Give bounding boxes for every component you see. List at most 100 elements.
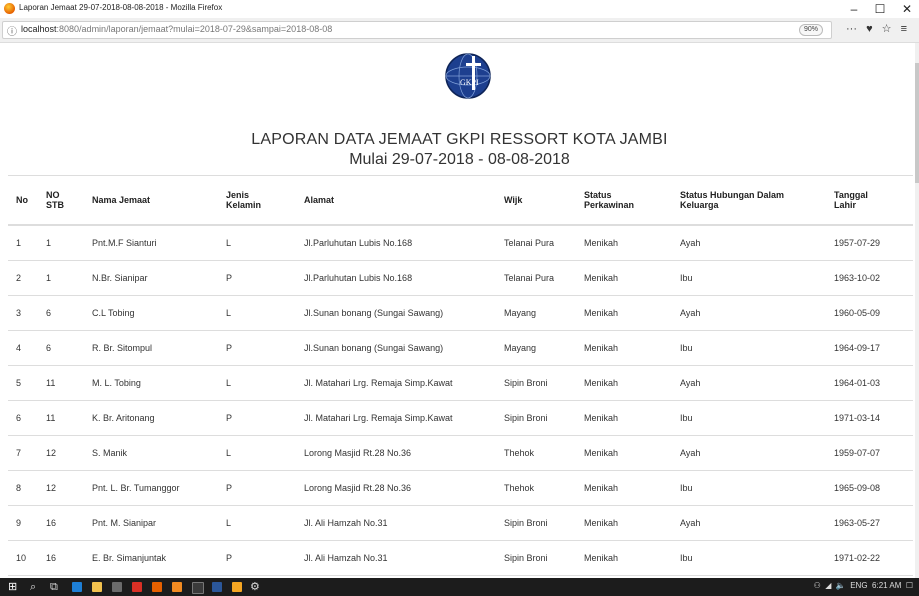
cell-nama: Pnt.M.F Sianturi bbox=[84, 224, 218, 261]
system-tray: ⚇ ◢ 🔈 ENG 6:21 AM ☐ bbox=[814, 581, 913, 590]
cell-jenis-kelamin: P bbox=[218, 260, 296, 296]
cell-status-hubungan: Ayah bbox=[672, 365, 826, 401]
cell-status-perkawinan: Menikah bbox=[576, 470, 672, 506]
cell-tanggal-lahir: 1959-07-07 bbox=[826, 435, 913, 471]
cell-nama: K. Br. Aritonang bbox=[84, 400, 218, 436]
cell-wijk: Telanai Pura bbox=[496, 224, 576, 261]
col-status-hubungan: Status Hubungan Dalam Keluarga bbox=[672, 175, 826, 226]
people-icon[interactable]: ⚇ bbox=[814, 581, 821, 590]
bookmark-star-icon[interactable]: ☆ bbox=[882, 23, 892, 35]
cell-stb: 11 bbox=[38, 365, 84, 401]
cell-nama: N.Br. Sianipar bbox=[84, 260, 218, 296]
cell-status-perkawinan: Menikah bbox=[576, 505, 672, 541]
info-icon[interactable]: ⓘ bbox=[7, 23, 17, 38]
cell-nama: Pnt. L. Br. Tumanggor bbox=[84, 470, 218, 506]
network-icon[interactable]: ◢ bbox=[825, 581, 831, 590]
cell-status-perkawinan: Menikah bbox=[576, 224, 672, 261]
cell-status-hubungan: Ayah bbox=[672, 295, 826, 331]
cell-jenis-kelamin: L bbox=[218, 295, 296, 331]
navigation-bar: ⓘ localhost:8080/admin/laporan/jemaat?mu… bbox=[0, 18, 919, 43]
scrollbar-thumb[interactable] bbox=[915, 63, 919, 183]
cell-jenis-kelamin: P bbox=[218, 470, 296, 506]
cell-status-perkawinan: Menikah bbox=[576, 540, 672, 576]
xampp-icon[interactable] bbox=[172, 582, 182, 592]
col-wijk: Wijk bbox=[496, 175, 576, 226]
col-no: No bbox=[8, 175, 38, 226]
clock[interactable]: 6:21 AM bbox=[872, 581, 901, 590]
cell-stb: 6 bbox=[38, 330, 84, 366]
cell-alamat: Jl.Sunan bonang (Sungai Sawang) bbox=[296, 295, 496, 331]
url-text: localhost:8080/admin/laporan/jemaat?mula… bbox=[21, 24, 333, 34]
cell-nama: S. Manik bbox=[84, 435, 218, 471]
language-indicator[interactable]: ENG bbox=[850, 581, 867, 590]
chrome-icon[interactable] bbox=[132, 582, 142, 592]
table-row: 6 11 K. Br. Aritonang P Jl. Matahari Lrg. Re… bbox=[8, 400, 913, 436]
cell-alamat: Jl. Ali Hamzah No.31 bbox=[296, 505, 496, 541]
firefox-icon bbox=[4, 3, 15, 14]
cell-alamat: Jl. Matahari Lrg. Remaja Simp.Kawat bbox=[296, 365, 496, 401]
table-row: 3 6 C.L Tobing L Jl.Sunan bonang (Sungai Saw… bbox=[8, 295, 913, 331]
windows-start-icon[interactable]: ⊞ bbox=[8, 580, 17, 594]
cell-wijk: Thehok bbox=[496, 435, 576, 471]
cell-nama: Pnt. M. Sianipar bbox=[84, 505, 218, 541]
terminal-icon[interactable] bbox=[192, 582, 204, 594]
cell-no: 3 bbox=[8, 295, 38, 331]
cell-tanggal-lahir: 1965-09-08 bbox=[826, 470, 913, 506]
table-row: 10 16 E. Br. Simanjuntak P Jl. Ali Hamzah No… bbox=[8, 540, 913, 576]
zoom-level-badge[interactable]: 90% bbox=[798, 24, 823, 36]
store-icon[interactable] bbox=[112, 582, 122, 592]
cell-stb: 1 bbox=[38, 224, 84, 261]
settings-icon[interactable]: ⚙ bbox=[250, 580, 260, 594]
col-jenis-kelamin: Jenis Kelamin bbox=[218, 175, 296, 226]
table-row: 5 11 M. L. Tobing L Jl. Matahari Lrg. Remaja… bbox=[8, 365, 913, 401]
sublime-icon[interactable] bbox=[232, 582, 242, 592]
col-stb: NO STB bbox=[38, 175, 84, 226]
cell-tanggal-lahir: 1971-03-14 bbox=[826, 400, 913, 436]
table-row: 1 1 Pnt.M.F Sianturi L Jl.Parluhutan Lubis N… bbox=[8, 224, 913, 261]
col-status-perkawinan: Status Perkawinan bbox=[576, 175, 672, 226]
cell-tanggal-lahir: 1957-07-29 bbox=[826, 224, 913, 261]
cell-tanggal-lahir: 1963-10-02 bbox=[826, 260, 913, 296]
cell-status-perkawinan: Menikah bbox=[576, 365, 672, 401]
cell-status-hubungan: Ibu bbox=[672, 260, 826, 296]
pocket-icon[interactable]: ♥ bbox=[866, 23, 873, 35]
cell-jenis-kelamin: P bbox=[218, 540, 296, 576]
notification-icon[interactable]: ☐ bbox=[906, 581, 913, 590]
cell-no: 8 bbox=[8, 470, 38, 506]
windows-taskbar: ⊞ ⌕ ⧉ ⚙ ⚇ ◢ 🔈 ENG 6:21 AM ☐ bbox=[0, 578, 919, 596]
table-row: 8 12 Pnt. L. Br. Tumanggor P Lorong Masjid R… bbox=[8, 470, 913, 506]
firefox-taskbar-icon[interactable] bbox=[152, 582, 162, 592]
cell-jenis-kelamin: L bbox=[218, 224, 296, 261]
cell-wijk: Telanai Pura bbox=[496, 260, 576, 296]
table-row: 7 12 S. Manik L Lorong Masjid Rt.28 No.36 The… bbox=[8, 435, 913, 471]
cell-no: 7 bbox=[8, 435, 38, 471]
table-row: 2 1 N.Br. Sianipar P Jl.Parluhutan Lubis No.… bbox=[8, 260, 913, 296]
task-view-icon[interactable]: ⧉ bbox=[50, 580, 58, 594]
cell-no: 1 bbox=[8, 224, 38, 261]
vertical-scrollbar[interactable] bbox=[915, 43, 919, 578]
cell-tanggal-lahir: 1971-02-22 bbox=[826, 540, 913, 576]
word-icon[interactable] bbox=[212, 582, 222, 592]
volume-icon[interactable]: 🔈 bbox=[836, 581, 846, 590]
search-icon[interactable]: ⌕ bbox=[30, 580, 36, 594]
cell-no: 2 bbox=[8, 260, 38, 296]
edge-icon[interactable] bbox=[72, 582, 82, 592]
page-actions-icon[interactable]: ··· bbox=[846, 23, 857, 35]
cell-stb: 11 bbox=[38, 400, 84, 436]
report-title: LAPORAN DATA JEMAAT GKPI RESSORT KOTA JA… bbox=[251, 131, 668, 148]
hamburger-menu-icon[interactable]: ≡ bbox=[901, 23, 907, 35]
cell-tanggal-lahir: 1964-09-17 bbox=[826, 330, 913, 366]
cell-stb: 12 bbox=[38, 470, 84, 506]
cell-alamat: Jl.Parluhutan Lubis No.168 bbox=[296, 260, 496, 296]
window-title: Laporan Jemaat 29-07-2018-08-08-2018 - M… bbox=[19, 3, 223, 12]
table-row: 9 16 Pnt. M. Sianipar L Jl. Ali Hamzah No.31… bbox=[8, 505, 913, 541]
cell-alamat: Jl.Parluhutan Lubis No.168 bbox=[296, 224, 496, 261]
file-explorer-icon[interactable] bbox=[92, 582, 102, 592]
close-button[interactable]: ✕ bbox=[895, 1, 919, 17]
jemaat-table: No NO STB Nama Jemaat Jenis Kelamin Alamat… bbox=[8, 175, 913, 578]
maximize-button[interactable]: ☐ bbox=[868, 1, 892, 17]
cell-status-hubungan: Ibu bbox=[672, 330, 826, 366]
cell-alamat: Lorong Masjid Rt.28 No.36 bbox=[296, 470, 496, 506]
address-bar[interactable]: ⓘ localhost:8080/admin/laporan/jemaat?mu… bbox=[2, 21, 832, 39]
minimize-button[interactable]: – bbox=[842, 1, 866, 17]
